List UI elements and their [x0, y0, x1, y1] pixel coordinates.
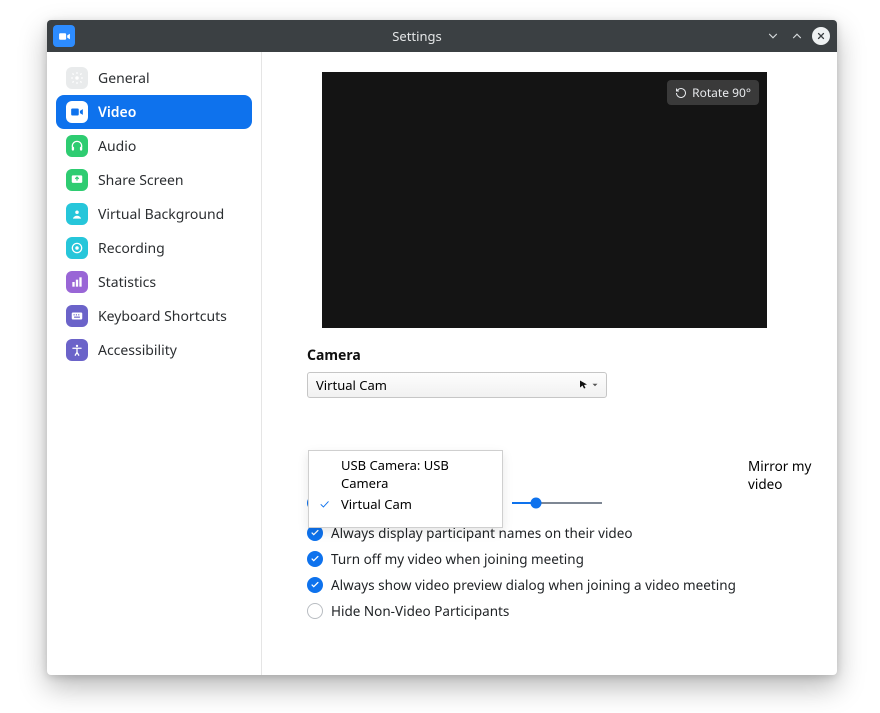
sidebar-item-label: Share Screen [98, 171, 184, 190]
camera-option-label: Virtual Cam [341, 495, 412, 513]
app-icon [53, 25, 75, 47]
sidebar-item-label: Statistics [98, 273, 156, 292]
hide-nonvideo-row[interactable]: Hide Non-Video Participants [307, 602, 782, 620]
camera-select-value: Virtual Cam [316, 376, 387, 394]
chevron-down-icon [590, 380, 600, 390]
sidebar-item-statistics[interactable]: Statistics [56, 265, 252, 299]
camera-option-usb[interactable]: USB Camera: USB Camera [309, 459, 502, 489]
hide-nonvideo-label: Hide Non-Video Participants [331, 602, 509, 620]
touch-up-slider[interactable] [512, 495, 602, 511]
video-icon [66, 101, 88, 123]
camera-option-virtual[interactable]: ✓ Virtual Cam [309, 489, 502, 519]
gear-icon [66, 67, 88, 89]
window-title: Settings [75, 27, 759, 45]
sidebar-item-general[interactable]: General [56, 61, 252, 95]
checkbox-checked-icon [307, 577, 323, 593]
settings-window: Settings General Vide [47, 20, 837, 675]
sidebar-item-audio[interactable]: Audio [56, 129, 252, 163]
accessibility-icon [66, 339, 88, 361]
sidebar-item-keyboard-shortcuts[interactable]: Keyboard Shortcuts [56, 299, 252, 333]
cursor-icon [578, 379, 590, 391]
settings-sidebar: General Video Audio Share Screen [47, 52, 262, 675]
rotate-icon [675, 87, 687, 99]
preview-dialog-row[interactable]: Always show video preview dialog when jo… [307, 576, 782, 594]
statistics-icon [66, 271, 88, 293]
sidebar-item-label: Keyboard Shortcuts [98, 307, 227, 326]
close-icon [812, 27, 830, 45]
recording-icon [66, 237, 88, 259]
sidebar-item-video[interactable]: Video [56, 95, 252, 129]
rotate-label: Rotate 90° [692, 84, 751, 101]
share-screen-icon [66, 169, 88, 191]
sidebar-item-label: Recording [98, 239, 165, 258]
virtual-background-icon [66, 203, 88, 225]
sidebar-item-recording[interactable]: Recording [56, 231, 252, 265]
sidebar-item-accessibility[interactable]: Accessibility [56, 333, 252, 367]
sidebar-item-label: Accessibility [98, 341, 177, 360]
camera-option-label: USB Camera: USB Camera [341, 456, 488, 492]
sidebar-item-label: Virtual Background [98, 205, 224, 224]
video-preview: Rotate 90° [322, 72, 767, 328]
cursor-and-chevron [578, 379, 600, 391]
minimize-button[interactable] [763, 26, 783, 46]
maximize-button[interactable] [787, 26, 807, 46]
sidebar-item-share-screen[interactable]: Share Screen [56, 163, 252, 197]
video-settings-panel: Rotate 90° Camera Virtual Cam USB Camera… [262, 52, 837, 675]
mirror-video-label: Mirror my video [748, 457, 837, 493]
preview-dialog-label: Always show video preview dialog when jo… [331, 576, 736, 594]
sidebar-item-label: General [98, 69, 150, 88]
camera-section-label: Camera [307, 346, 782, 365]
keyboard-icon [66, 305, 88, 327]
turnoff-video-label: Turn off my video when joining meeting [331, 550, 584, 568]
camera-select[interactable]: Virtual Cam [307, 372, 607, 398]
camera-dropdown: USB Camera: USB Camera ✓ Virtual Cam [308, 450, 503, 528]
sidebar-item-label: Video [98, 103, 136, 122]
sidebar-item-label: Audio [98, 137, 136, 156]
titlebar: Settings [47, 20, 837, 52]
sidebar-item-virtual-background[interactable]: Virtual Background [56, 197, 252, 231]
rotate-button[interactable]: Rotate 90° [667, 80, 759, 105]
headphones-icon [66, 135, 88, 157]
content-area: General Video Audio Share Screen [47, 52, 837, 675]
checkbox-unchecked-icon [307, 603, 323, 619]
turnoff-video-row[interactable]: Turn off my video when joining meeting [307, 550, 782, 568]
mirror-video-row[interactable]: Mirror my video [748, 457, 837, 493]
check-icon: ✓ [320, 495, 329, 513]
checkbox-checked-icon [307, 551, 323, 567]
close-button[interactable] [811, 26, 831, 46]
